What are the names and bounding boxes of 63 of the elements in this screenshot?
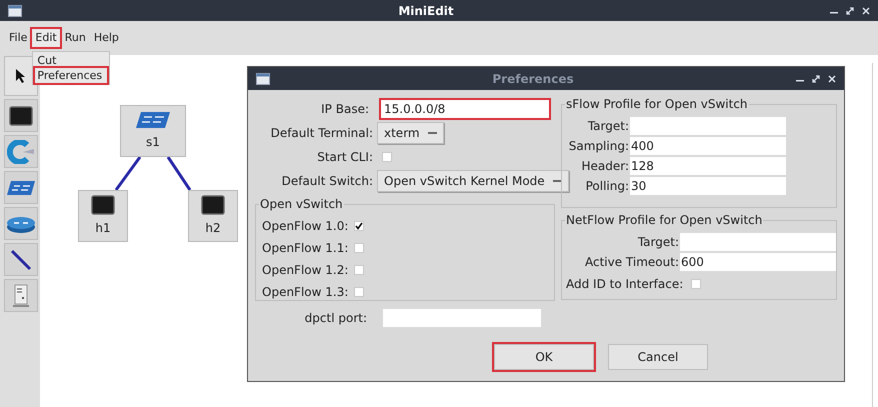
close-icon[interactable] <box>862 6 870 14</box>
text-field[interactable] <box>630 117 786 135</box>
node[interactable]: h2 <box>188 190 238 242</box>
monitor-icon <box>9 106 33 126</box>
close-icon[interactable] <box>828 74 836 82</box>
node-label: h2 <box>205 220 221 237</box>
field-label: Start CLI: <box>316 149 373 166</box>
option-label: OpenFlow 1.3: <box>262 284 348 301</box>
menu-entry[interactable]: Cut <box>35 52 108 68</box>
dropdown[interactable]: Open vSwitch Kernel Mode <box>377 170 569 192</box>
field-label: Polling: <box>584 178 630 195</box>
checkbox[interactable] <box>354 221 364 231</box>
dpctl-port-field[interactable] <box>383 309 541 327</box>
text-field[interactable]: 30 <box>630 177 786 195</box>
field-label: Default Switch: <box>280 173 373 190</box>
field-label: IP Base: <box>320 101 370 118</box>
text-field[interactable]: 400 <box>630 137 786 155</box>
text-field[interactable]: 128 <box>630 157 786 175</box>
field-label: Target: <box>586 118 630 135</box>
field-label: Active Timeout: <box>584 254 680 271</box>
option-label: OpenFlow 1.2: <box>262 262 348 279</box>
field-label: Target: <box>636 234 680 251</box>
line-icon <box>10 248 32 270</box>
dialog-title: Preferences <box>492 70 574 88</box>
menu-item[interactable]: File <box>6 28 30 48</box>
window-icon <box>8 4 22 16</box>
ip-base-field[interactable]: 15.0.0.0/8 <box>381 100 549 118</box>
node-label: h1 <box>95 220 111 237</box>
dialog-button[interactable]: Cancel <box>608 344 708 370</box>
option-label: Add ID to Interface: <box>566 276 684 293</box>
node-label: s1 <box>146 134 160 151</box>
server-icon <box>13 284 29 308</box>
field-label: dpctl port: <box>304 310 368 327</box>
option-label: OpenFlow 1.0: <box>262 218 348 235</box>
maximize-icon[interactable] <box>812 74 820 82</box>
group-title: NetFlow Profile for Open vSwitch <box>565 212 764 228</box>
text-field[interactable]: 600 <box>680 253 836 271</box>
field-label: Header: <box>580 158 630 175</box>
switch-icon <box>135 111 171 129</box>
group-title: sFlow Profile for Open vSwitch <box>565 96 749 112</box>
tool-button[interactable] <box>4 99 38 132</box>
node[interactable]: h1 <box>78 190 128 242</box>
group-title: Open vSwitch <box>259 196 344 212</box>
field-label: Default Terminal: <box>270 125 373 142</box>
node[interactable]: s1 <box>120 105 186 157</box>
maximize-icon[interactable] <box>846 6 854 14</box>
field-label: Sampling: <box>568 138 630 155</box>
menu-item[interactable]: Edit <box>32 28 60 48</box>
dropdown[interactable]: xterm <box>377 122 444 144</box>
tool-button[interactable] <box>4 243 38 276</box>
switch-icon <box>6 180 36 196</box>
window-icon <box>256 72 270 84</box>
monitor-icon <box>91 195 115 215</box>
menu-entry[interactable]: Preferences <box>35 68 108 83</box>
menu-item[interactable]: Help <box>90 28 122 48</box>
window-title: MiniEdit <box>398 2 454 20</box>
text-field[interactable] <box>680 233 836 251</box>
menu-item[interactable]: Run <box>62 28 89 48</box>
cursor-icon <box>15 68 27 84</box>
monitor-icon <box>201 195 225 215</box>
dialog-button[interactable]: OK <box>494 344 594 370</box>
option-label: OpenFlow 1.1: <box>262 240 348 257</box>
controller-icon <box>7 140 35 164</box>
